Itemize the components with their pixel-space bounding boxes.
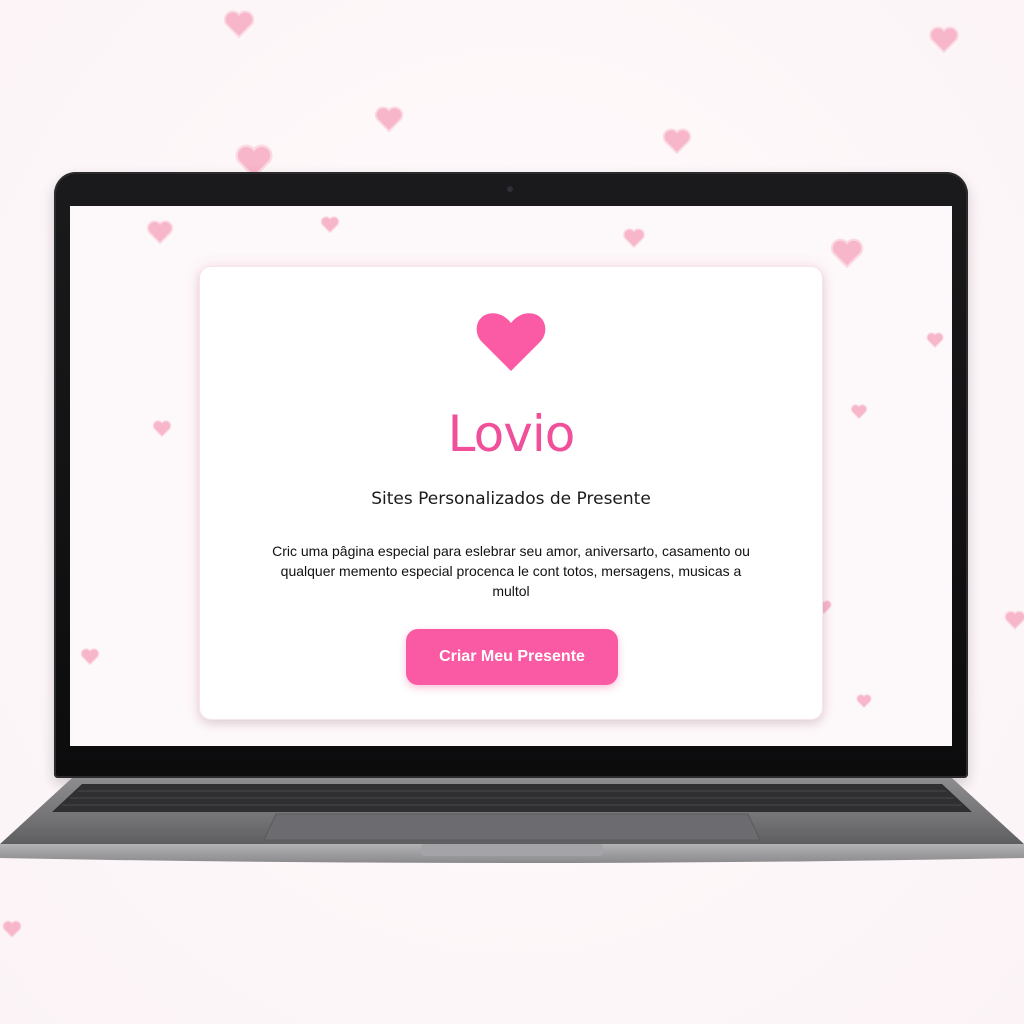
floating-heart-icon [80,648,100,665]
floating-heart-icon [320,216,340,233]
webcam [507,186,513,192]
floating-heart-icon [2,920,22,938]
laptop-screen: Lovio Sites Personalizados de Presente C… [70,206,952,746]
description-text: Cric uma pâgina especial para eslebrar s… [272,543,750,599]
brand-title: Lovio [447,405,576,463]
floating-heart-icon [662,128,692,154]
floating-heart-icon [928,26,960,53]
floating-heart-icon [926,332,944,348]
floating-heart-icon [856,694,872,708]
floating-heart-icon [152,420,172,437]
laptop-base [0,776,1024,866]
floating-heart-icon [1004,610,1024,630]
hero-card: Lovio Sites Personalizados de Presente C… [199,266,823,720]
floating-heart-icon [850,404,868,419]
subtitle: Sites Personalizados de Presente [371,489,651,509]
heart-icon [476,311,546,373]
create-gift-button[interactable]: Criar Meu Presente [406,629,618,685]
page-background: Lovio Sites Personalizados de Presente C… [0,0,1024,1024]
floating-heart-icon [622,228,646,248]
floating-heart-icon [146,220,174,244]
floating-heart-icon [830,238,864,268]
floating-heart-icon [222,10,256,38]
floating-heart-icon [374,106,404,132]
